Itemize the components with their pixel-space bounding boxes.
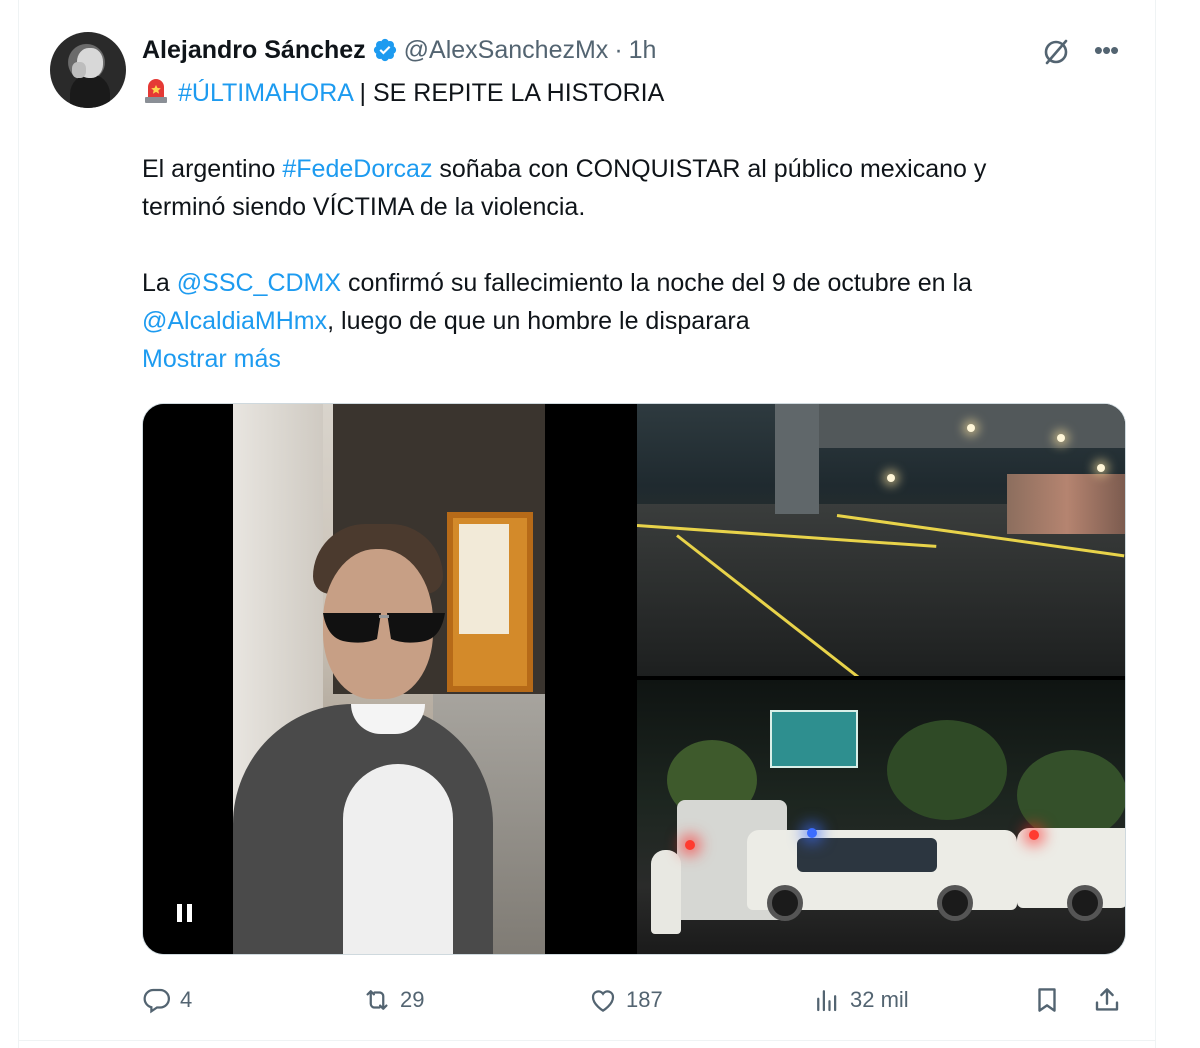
photo-police-trucks[interactable] — [637, 680, 1125, 954]
paragraph-1-line-2: terminó siendo VÍCTIMA de la violencia. — [142, 193, 586, 221]
repost-button[interactable]: 29 — [362, 980, 424, 1020]
reply-icon — [143, 988, 170, 1014]
author-name[interactable]: Alejandro Sánchez — [142, 36, 366, 65]
text-span: , luego de que un hombre le disparara — [327, 307, 750, 335]
tweet-header: Alejandro Sánchez @AlexSanchezMx · 1h — [142, 34, 656, 66]
show-more-link[interactable]: Mostrar más — [142, 340, 281, 378]
views-icon — [817, 990, 837, 1012]
mention-alcaldia[interactable]: @AlcaldiaMHmx — [142, 307, 327, 335]
paragraph-2-line-2: @AlcaldiaMHmx, luego de que un hombre le… — [142, 302, 750, 340]
text-span: El argentino — [142, 155, 283, 183]
views-button[interactable]: 32 mil — [812, 980, 909, 1020]
mention-ssc-cdmx[interactable]: @SSC_CDMX — [177, 269, 341, 297]
separator-dot: · — [614, 35, 623, 64]
hashtag-ultimahora[interactable]: #ÚLTIMAHORA — [178, 79, 353, 107]
like-button[interactable]: 187 — [588, 980, 663, 1020]
bookmark-icon — [1038, 988, 1056, 1012]
more-icon[interactable]: ••• — [1090, 36, 1122, 68]
share-icon — [1095, 988, 1119, 1011]
verified-badge-icon — [373, 38, 396, 62]
like-count: 187 — [626, 987, 663, 1012]
share-button[interactable] — [1092, 980, 1122, 1020]
pause-icon[interactable] — [177, 904, 193, 922]
paragraph-1-line-1: El argentino #FedeDorcaz soñaba con CONQ… — [142, 150, 986, 188]
repost-count: 29 — [400, 987, 425, 1012]
paragraph-2-line-1: La @SSC_CDMX confirmó su fallecimiento l… — [142, 264, 972, 302]
text-span: La — [142, 269, 177, 297]
view-count: 32 mil — [850, 987, 909, 1012]
hashtag-fededorcaz[interactable]: #FedeDorcaz — [282, 155, 432, 183]
text-span: soñaba con CONQUISTAR al público mexican… — [432, 155, 987, 183]
reply-count: 4 — [180, 987, 193, 1012]
author-handle[interactable]: @AlexSanchezMx — [404, 36, 609, 65]
bookmark-button[interactable] — [1032, 980, 1062, 1020]
headline-text: | SE REPITE LA HISTORIA — [352, 79, 665, 107]
timestamp[interactable]: 1h — [629, 36, 657, 65]
grok-icon[interactable] — [1040, 36, 1072, 68]
divider — [18, 1040, 1156, 1041]
video-frame — [233, 404, 545, 954]
action-bar: 4 29 187 32 mil — [142, 980, 1126, 1020]
siren-emoji-icon — [145, 79, 167, 103]
text-span: confirmó su fallecimiento la noche del 9… — [341, 269, 972, 297]
headline: #ÚLTIMAHORA | SE REPITE LA HISTORIA — [142, 74, 664, 112]
repost-icon — [366, 990, 388, 1010]
reply-button[interactable]: 4 — [142, 980, 192, 1020]
photo-crime-scene-road[interactable] — [637, 404, 1125, 676]
avatar[interactable] — [50, 32, 126, 108]
video-player[interactable] — [143, 404, 633, 954]
like-icon — [591, 990, 615, 1012]
media-grid — [142, 403, 1126, 955]
